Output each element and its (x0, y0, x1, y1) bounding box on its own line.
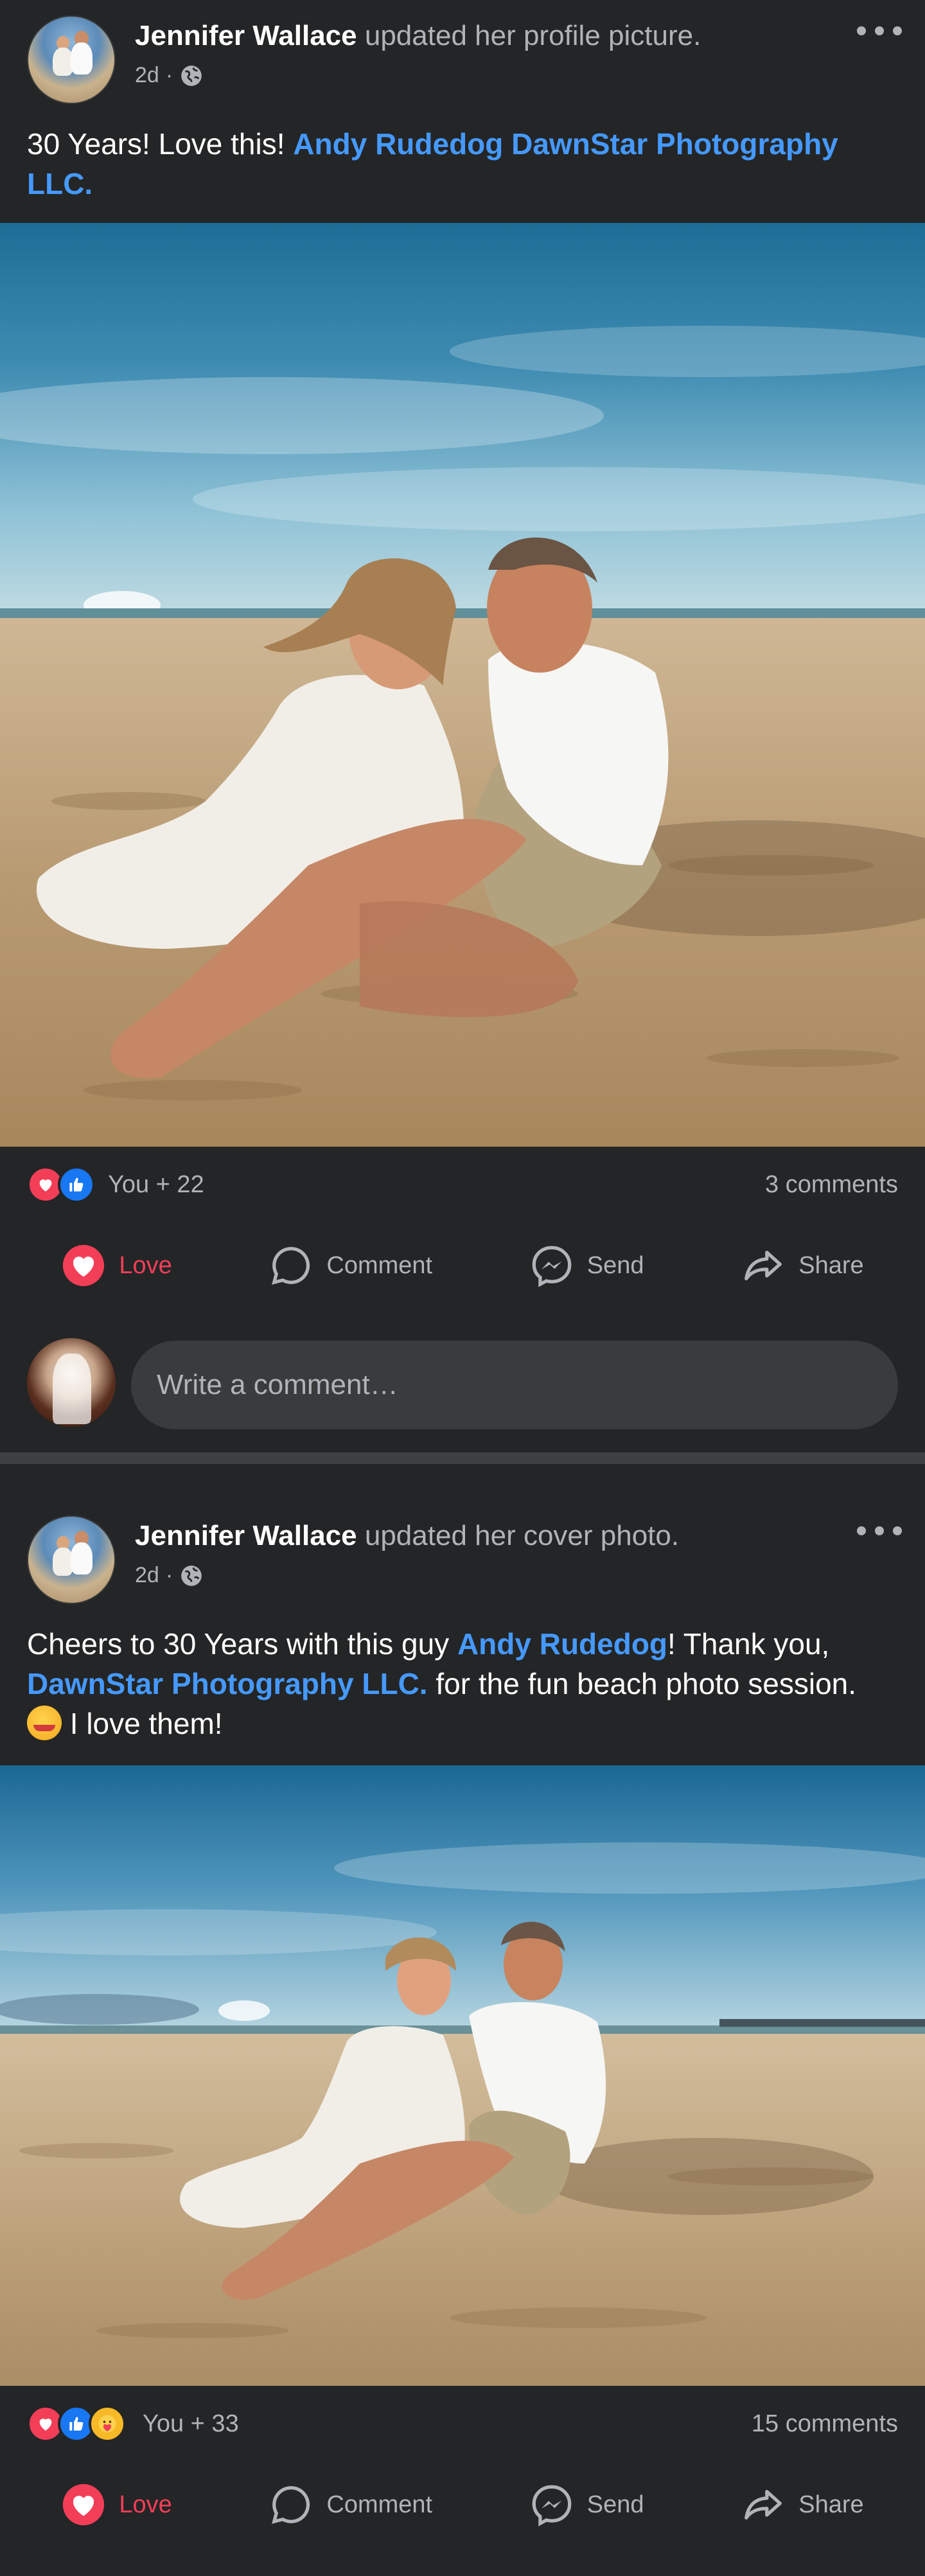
action-bar: Love Comment Send Share (0, 2457, 925, 2553)
post-text: 30 Years! Love this! Andy Rudedog DawnSt… (0, 112, 925, 204)
reaction-icons[interactable] (27, 1166, 95, 1203)
reaction-summary[interactable]: You + 22 (108, 1171, 204, 1199)
comment-label: Comment (326, 2491, 433, 2518)
meta-separator: · (165, 1563, 173, 1587)
author-name[interactable]: Jennifer Wallace (135, 20, 357, 51)
share-icon (744, 1250, 782, 1281)
post-action-text: updated her cover photo. (364, 1520, 680, 1551)
comments-count[interactable]: 15 comments (752, 2410, 898, 2438)
send-label: Send (586, 1251, 644, 1279)
post-text-part1: Cheers to 30 Years with this guy (27, 1627, 457, 1661)
comment-button[interactable]: Comment (256, 1233, 445, 1298)
like-reaction-icon (58, 1166, 95, 1203)
my-avatar[interactable] (27, 1338, 116, 1427)
more-icon[interactable] (857, 18, 902, 44)
post-header: Jennifer Wallace updated her cover photo… (0, 1500, 925, 1612)
post-photo[interactable] (0, 1765, 925, 2386)
more-icon[interactable] (857, 1518, 902, 1544)
comment-input[interactable] (131, 1341, 898, 1429)
reactions-bar: You + 33 15 comments (0, 2386, 925, 2457)
post-time[interactable]: 2d (135, 63, 159, 88)
share-icon (744, 2489, 782, 2520)
post-text-part2: ! Thank you, (667, 1627, 830, 1661)
meta-separator: · (165, 63, 173, 87)
globe-icon (179, 64, 204, 88)
send-button[interactable]: Send (516, 2473, 657, 2537)
comment-button[interactable]: Comment (256, 2473, 445, 2537)
author-line: Jennifer Wallace updated her cover photo… (135, 1519, 679, 1553)
comment-composer (0, 1314, 925, 1442)
post-photo[interactable] (0, 223, 925, 1147)
reactions-bar: You + 22 3 comments (0, 1147, 925, 1217)
author-avatar[interactable] (27, 15, 116, 104)
share-label: Share (798, 1251, 864, 1279)
love-label: Love (119, 2491, 172, 2518)
reaction-icons[interactable] (27, 2405, 126, 2442)
post-1: Jennifer Wallace updated her profile pic… (0, 0, 925, 1442)
post-action-text: updated her profile picture. (364, 20, 701, 51)
post-2: Jennifer Wallace updated her cover photo… (0, 1464, 925, 2553)
comment-label: Comment (326, 1251, 433, 1279)
send-button[interactable]: Send (516, 1233, 657, 1298)
action-bar: Love Comment Send Share (0, 1217, 925, 1314)
love-icon (63, 2483, 105, 2526)
author-avatar[interactable] (27, 1515, 116, 1604)
comments-count[interactable]: 3 comments (765, 1171, 898, 1199)
messenger-icon (532, 2485, 572, 2527)
comment-icon (272, 1247, 310, 1285)
share-button[interactable]: Share (728, 1233, 876, 1298)
comment-icon (272, 2486, 310, 2524)
author-line: Jennifer Wallace updated her profile pic… (135, 19, 701, 53)
share-label: Share (798, 2491, 864, 2518)
love-icon (63, 1244, 105, 1287)
post-time[interactable]: 2d (135, 1563, 159, 1588)
tagged-link-andy[interactable]: Andy Rudedog (457, 1627, 667, 1661)
love-button[interactable]: Love (48, 1233, 184, 1298)
post-text-part4: I love them! (62, 1707, 223, 1740)
care-reaction-icon (89, 2405, 126, 2442)
tagged-link-dawnstar[interactable]: DawnStar Photography LLC. (27, 1667, 428, 1700)
love-label: Love (119, 1251, 172, 1279)
messenger-icon (532, 1246, 572, 1287)
post-meta: 2d · (135, 1563, 204, 1588)
love-button[interactable]: Love (48, 2473, 184, 2537)
author-name[interactable]: Jennifer Wallace (135, 1520, 357, 1551)
post-text: Cheers to 30 Years with this guy Andy Ru… (0, 1612, 925, 1743)
globe-icon (179, 1564, 204, 1588)
reaction-summary[interactable]: You + 33 (143, 2410, 239, 2438)
post-text-part3: for the fun beach photo session. (427, 1667, 857, 1700)
post-meta: 2d · (135, 63, 204, 88)
post-text-body: 30 Years! Love this! (27, 127, 294, 161)
smiling-face-hearts-icon (27, 1706, 62, 1740)
post-header: Jennifer Wallace updated her profile pic… (0, 0, 925, 112)
share-button[interactable]: Share (728, 2473, 876, 2537)
send-label: Send (586, 2491, 644, 2518)
post-divider (0, 1452, 925, 1464)
